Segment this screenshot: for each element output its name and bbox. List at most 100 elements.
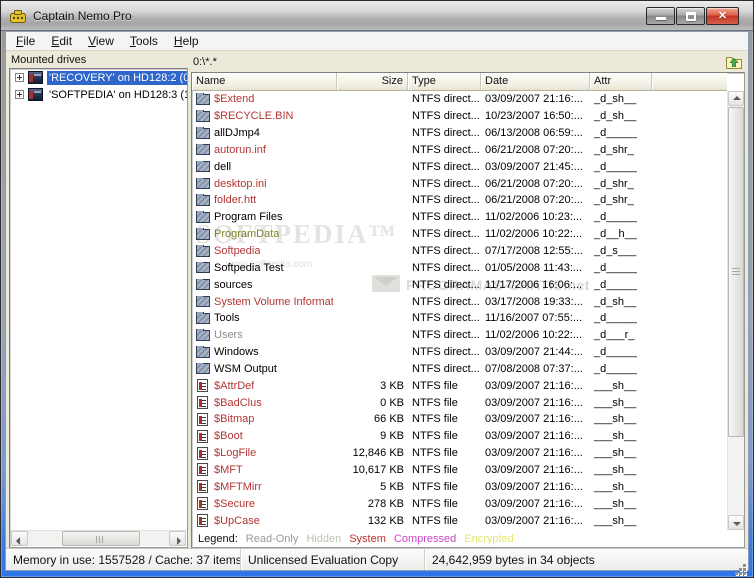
table-row[interactable]: $AttrDef 3 KB NTFS file 03/09/2007 21:16:..… [192, 377, 727, 394]
menu-help[interactable]: Help [166, 33, 207, 50]
file-name: ProgramData [214, 228, 280, 241]
folder-icon [196, 346, 210, 358]
table-row[interactable]: autorun.inf NTFS direct... 06/21/2008 07:2… [192, 142, 727, 159]
file-attr: _d_sh__ [594, 93, 637, 106]
file-date: 07/17/2008 12:55:... [485, 245, 583, 258]
column-header-date[interactable]: Date [481, 73, 590, 91]
table-row[interactable]: folder.htt NTFS direct... 06/21/2008 07:20… [192, 192, 727, 209]
file-date: 03/09/2007 21:16:... [485, 396, 583, 409]
table-row[interactable]: Softpedia Test NTFS direct... 01/05/2008 1… [192, 259, 727, 276]
table-row[interactable]: Program Files NTFS direct... 11/02/2006 10… [192, 209, 727, 226]
scrollbar-thumb[interactable] [62, 531, 140, 546]
table-row[interactable]: $BadClus 0 KB NTFS file 03/09/2007 21:16:..… [192, 394, 727, 411]
file-attr: _d__h__ [594, 228, 637, 241]
file-name: $LogFile [214, 447, 257, 460]
folder-icon [196, 127, 210, 139]
column-header-size[interactable]: Size [337, 73, 408, 91]
table-row[interactable]: $UpCase 132 KB NTFS file 03/09/2007 21:16:.… [192, 512, 727, 529]
table-row[interactable]: $Secure 278 KB NTFS file 03/09/2007 21:16:.… [192, 495, 727, 512]
file-list-panel: 0:\*.* Name Size Type Date Attr SOFTPEDIA™ w… [188, 51, 748, 548]
table-row[interactable]: $Bitmap 66 KB NTFS file 03/09/2007 21:16:..… [192, 411, 727, 428]
column-header-type[interactable]: Type [408, 73, 481, 91]
list-header: Name Size Type Date Attr [192, 73, 727, 91]
file-date: 06/21/2008 07:20:... [485, 194, 583, 207]
table-row[interactable]: Users NTFS direct... 11/02/2006 10:22:... _… [192, 327, 727, 344]
legend-compressed: Compressed [393, 533, 457, 545]
close-button[interactable]: ✕ [706, 6, 739, 25]
scroll-track[interactable] [28, 531, 169, 546]
table-row[interactable]: ProgramData NTFS direct... 11/02/2006 10:2… [192, 226, 727, 243]
file-name: $RECYCLE.BIN [214, 110, 294, 123]
file-size: 10,617 KB [352, 463, 404, 476]
scroll-left-arrow[interactable] [11, 531, 28, 546]
drives-tree: 'RECOVERY' on HD128:2 (0: 'SOFTPEDIA' on … [9, 68, 188, 548]
menu-view[interactable]: View [80, 33, 122, 50]
scroll-up-arrow[interactable] [728, 91, 744, 106]
tree-horizontal-scrollbar[interactable] [11, 530, 186, 546]
scroll-down-arrow[interactable] [728, 515, 744, 530]
table-row[interactable]: Softpedia NTFS direct... 07/17/2008 12:55:… [192, 243, 727, 260]
file-type: NTFS direct... [412, 143, 480, 156]
menu-file[interactable]: File [8, 33, 43, 50]
file-attr: _d_____ [594, 261, 637, 274]
file-size: 3 KB [380, 379, 404, 392]
drive-label: 'SOFTPEDIA' on HD128:3 (1: [49, 88, 188, 101]
drive-icon [28, 71, 43, 84]
file-name: System Volume Information [214, 295, 333, 308]
column-header-filler [652, 73, 727, 91]
legend-encrypted: Encrypted [464, 533, 514, 545]
file-size: 12,846 KB [352, 447, 404, 460]
scroll-right-arrow[interactable] [169, 531, 186, 546]
legend-label: Legend: [198, 533, 238, 545]
table-row[interactable]: $Extend NTFS direct... 03/09/2007 21:16:..… [192, 91, 727, 108]
table-row[interactable]: desktop.ini NTFS direct... 06/21/2008 07:2… [192, 175, 727, 192]
maximize-button[interactable] [676, 6, 705, 25]
file-name: $Bitmap [214, 413, 255, 426]
file-attr: ___sh__ [594, 396, 637, 409]
table-row[interactable]: dell NTFS direct... 03/09/2007 21:45:... _d… [192, 158, 727, 175]
file-name: $Boot [214, 430, 243, 443]
table-row[interactable]: allDJmp4 NTFS direct... 06/13/2008 06:59:.… [192, 125, 727, 142]
close-icon: ✕ [717, 9, 728, 22]
resize-grip[interactable] [743, 564, 746, 567]
table-row[interactable]: $Boot 9 KB NTFS file 03/09/2007 21:16:... __… [192, 428, 727, 445]
list-vertical-scrollbar[interactable] [727, 91, 744, 530]
table-row[interactable]: Tools NTFS direct... 11/16/2007 07:55:... _… [192, 310, 727, 327]
file-icon [197, 463, 208, 477]
file-name: autorun.inf [214, 143, 266, 156]
file-date: 03/09/2007 21:16:... [485, 93, 583, 106]
file-date: 03/09/2007 21:16:... [485, 379, 583, 392]
tree-item-drive-1[interactable]: 'SOFTPEDIA' on HD128:3 (1: [10, 86, 187, 103]
table-row[interactable]: sources NTFS direct... 11/17/2006 16:06:..… [192, 276, 727, 293]
up-folder-icon[interactable] [725, 54, 743, 70]
file-name: Users [214, 329, 243, 342]
mounted-drives-label: Mounted drives [11, 54, 87, 66]
file-icon [197, 446, 208, 460]
file-date: 03/09/2007 21:44:... [485, 346, 583, 359]
table-row[interactable]: System Volume Information NTFS direct... 0… [192, 293, 727, 310]
file-type: NTFS direct... [412, 211, 480, 224]
table-row[interactable]: $MFT 10,617 KB NTFS file 03/09/2007 21:16:.… [192, 462, 727, 479]
expand-plus-icon[interactable] [15, 73, 24, 82]
file-date: 03/09/2007 21:16:... [485, 480, 583, 493]
file-attr: _d___r_ [594, 329, 635, 342]
file-attr: _d_____ [594, 278, 637, 291]
column-header-attr[interactable]: Attr [590, 73, 652, 91]
minimize-button[interactable] [646, 6, 675, 25]
table-row[interactable]: Windows NTFS direct... 03/09/2007 21:44:..… [192, 344, 727, 361]
menu-edit[interactable]: Edit [43, 33, 80, 50]
folder-icon [196, 160, 210, 173]
current-path: 0:\*.* [193, 55, 217, 68]
scrollbar-thumb[interactable] [728, 107, 744, 437]
window-controls: ✕ [646, 6, 745, 25]
expand-plus-icon[interactable] [15, 90, 24, 99]
table-row[interactable]: $LogFile 12,846 KB NTFS file 03/09/2007 21:… [192, 445, 727, 462]
table-row[interactable]: $RECYCLE.BIN NTFS direct... 10/23/2007 16:… [192, 108, 727, 125]
table-row[interactable]: $MFTMirr 5 KB NTFS file 03/09/2007 21:16:..… [192, 478, 727, 495]
tree-item-drive-0[interactable]: 'RECOVERY' on HD128:2 (0: [10, 69, 187, 86]
file-attr: ___sh__ [594, 379, 637, 392]
table-row[interactable]: WSM Output NTFS direct... 07/08/2008 07:37… [192, 361, 727, 378]
app-body: File Edit View Tools Help Mounted drives 'RE… [5, 31, 749, 571]
menu-tools[interactable]: Tools [122, 33, 166, 50]
column-header-name[interactable]: Name [192, 73, 337, 91]
